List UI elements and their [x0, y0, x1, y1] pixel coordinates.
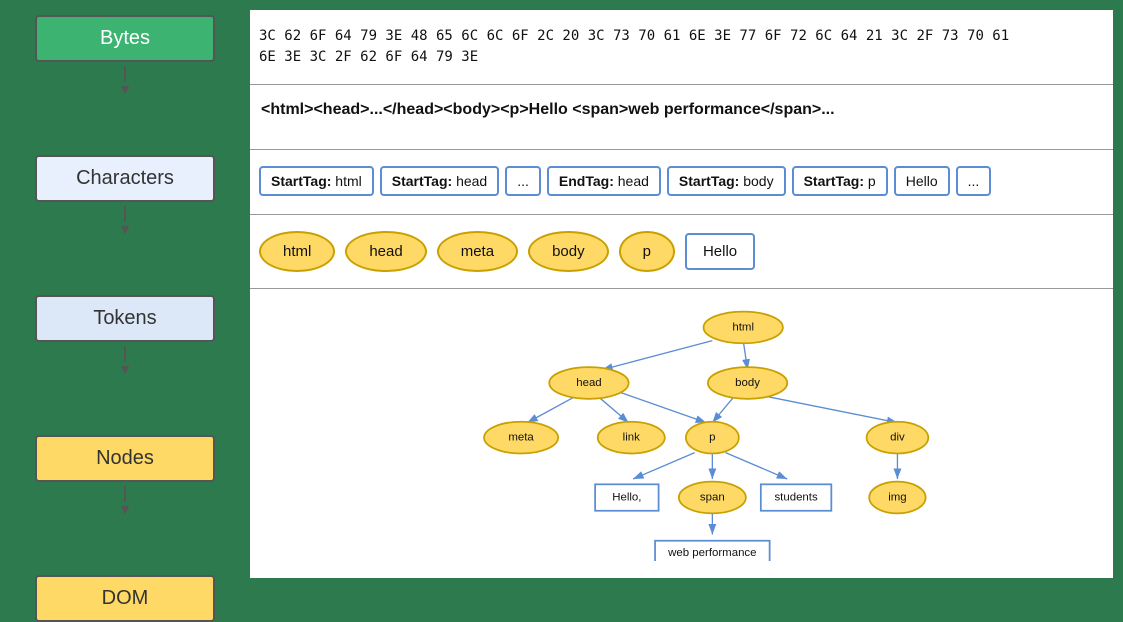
- token-startTag-head: StartTag: head: [380, 166, 499, 196]
- dom-node-html-text: html: [732, 321, 754, 333]
- line-body-p: [712, 396, 734, 422]
- dom-node-p-text: p: [709, 432, 715, 444]
- dom-node-students-text: students: [774, 492, 818, 504]
- token-startTag-html: StartTag: html: [259, 166, 374, 196]
- bytes-line1: 3C 62 6F 64 79 3E 48 65 6C 6C 6F 2C 20 3…: [259, 28, 1009, 44]
- dom-node-webperf-text: web performance: [667, 547, 756, 559]
- dom-node-body-text: body: [735, 377, 760, 389]
- node-html: html: [259, 231, 335, 272]
- dom-section: html head body meta link p div: [250, 289, 1113, 578]
- dom-node-link-text: link: [623, 432, 640, 444]
- token-endTag-head: EndTag: head: [547, 166, 661, 196]
- main-container: Bytes Characters Tokens Nodes DOM: [0, 0, 1123, 622]
- nodes-box: Nodes: [35, 435, 215, 482]
- line-html-head: [602, 341, 712, 370]
- node-body: body: [528, 231, 609, 272]
- dom-node-head-text: head: [576, 377, 601, 389]
- token-ellipsis-2: ...: [956, 166, 992, 196]
- nodes-label: Nodes: [96, 447, 154, 469]
- dom-node-img-text: img: [888, 492, 906, 504]
- node-meta: meta: [437, 231, 518, 272]
- characters-section: <html><head>...</head><body><p>Hello <sp…: [250, 85, 1113, 150]
- dom-node-span-text: span: [700, 492, 725, 504]
- arrow-nodes-to-dom: [115, 486, 135, 516]
- line-html-body: [743, 341, 747, 370]
- dom-node-div-text: div: [890, 432, 905, 444]
- tokens-row: StartTag: html StartTag: head ... EndTag…: [255, 162, 1108, 200]
- line-body-div: [765, 396, 897, 422]
- bytes-line2: 6E 3E 3C 2F 62 6F 64 79 3E: [259, 49, 478, 65]
- arrow-chars-to-tokens: [115, 206, 135, 236]
- dom-box: DOM: [35, 575, 215, 622]
- line-head-to-body-arrow: [611, 389, 706, 422]
- bytes-section: 3C 62 6F 64 79 3E 48 65 6C 6C 6F 2C 20 3…: [250, 10, 1113, 85]
- line-head-link: [598, 396, 629, 422]
- characters-content: <html><head>...</head><body><p>Hello <sp…: [255, 97, 1108, 123]
- tokens-box: Tokens: [35, 295, 215, 342]
- characters-pipeline-item: Characters: [35, 100, 215, 202]
- node-head: head: [345, 231, 426, 272]
- arrow-bytes-to-chars: [115, 66, 135, 96]
- dom-node-meta-text: meta: [508, 432, 534, 444]
- characters-box: Characters: [35, 155, 215, 202]
- tokens-section: StartTag: html StartTag: head ... EndTag…: [250, 150, 1113, 215]
- dom-node-hello-text: Hello,: [612, 492, 641, 504]
- token-text-hello: Hello: [894, 166, 950, 196]
- dom-tree-svg: html head body meta link p div: [255, 301, 1108, 561]
- line-p-students: [726, 453, 788, 479]
- bytes-box: Bytes: [35, 15, 215, 62]
- nodes-pipeline-item: Nodes: [35, 380, 215, 482]
- bytes-pipeline-item: Bytes: [35, 10, 215, 62]
- token-ellipsis-1: ...: [505, 166, 541, 196]
- content-column: 3C 62 6F 64 79 3E 48 65 6C 6C 6F 2C 20 3…: [250, 10, 1113, 612]
- nodes-row: html head meta body p Hello: [255, 227, 1108, 276]
- node-hello: Hello: [685, 233, 755, 270]
- token-startTag-p: StartTag: p: [792, 166, 888, 196]
- dom-pipeline-item: DOM: [35, 520, 215, 622]
- bytes-label: Bytes: [100, 27, 150, 49]
- pipeline-column: Bytes Characters Tokens Nodes DOM: [10, 10, 240, 612]
- line-head-meta: [527, 396, 575, 422]
- bytes-content: 3C 62 6F 64 79 3E 48 65 6C 6C 6F 2C 20 3…: [255, 22, 1108, 72]
- characters-label: Characters: [76, 167, 174, 189]
- arrow-tokens-to-nodes: [115, 346, 135, 376]
- tokens-pipeline-item: Tokens: [35, 240, 215, 342]
- nodes-section: html head meta body p Hello: [250, 215, 1113, 289]
- token-startTag-body: StartTag: body: [667, 166, 786, 196]
- dom-label: DOM: [102, 587, 149, 609]
- line-p-hello: [633, 453, 695, 479]
- tokens-label: Tokens: [93, 307, 156, 329]
- characters-text: <html><head>...</head><body><p>Hello <sp…: [261, 101, 835, 118]
- node-p: p: [619, 231, 675, 272]
